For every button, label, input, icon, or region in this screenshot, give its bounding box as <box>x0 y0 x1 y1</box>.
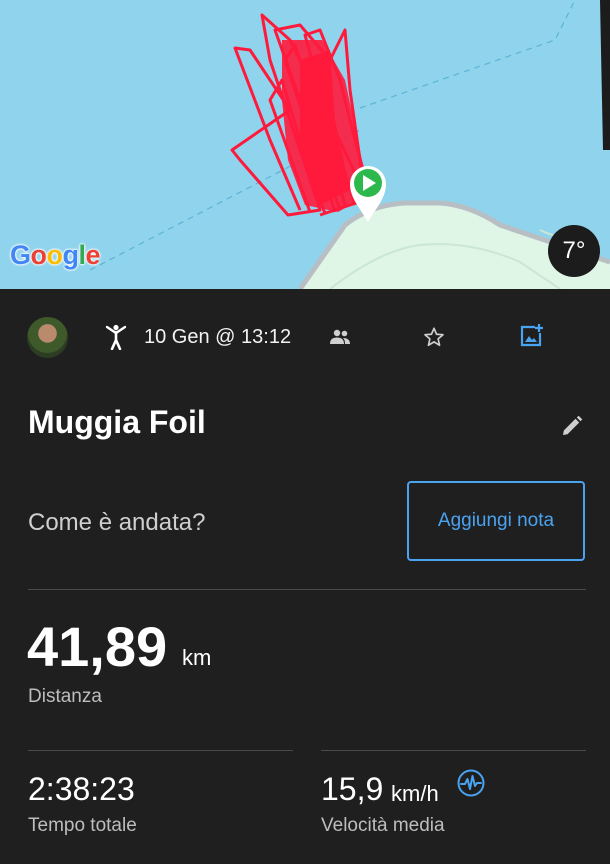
star-icon[interactable] <box>423 326 445 348</box>
distance-label: Distanza <box>28 686 102 707</box>
how-did-it-go-prompt: Come è andata? <box>28 509 206 536</box>
pencil-icon[interactable] <box>560 414 584 438</box>
avg-speed-unit: km/h <box>391 781 439 806</box>
route-map[interactable]: Google 7° <box>0 0 610 289</box>
sailing-person-icon <box>105 324 127 350</box>
add-note-button[interactable]: Aggiungi nota <box>407 481 585 561</box>
temperature-badge: 7° <box>548 225 600 277</box>
activity-date: 10 Gen @ 13:12 <box>144 326 292 348</box>
divider <box>28 589 586 590</box>
distance-unit: km <box>182 645 212 670</box>
pulse-icon[interactable] <box>457 769 485 797</box>
total-time-value: 2:38:23 <box>28 771 135 807</box>
avg-speed-value: 15,9 <box>321 771 384 807</box>
avatar[interactable] <box>27 317 68 358</box>
people-icon[interactable] <box>329 329 351 345</box>
distance-value: 41,89 <box>27 615 168 678</box>
divider <box>321 750 586 751</box>
total-time-label: Tempo totale <box>28 815 137 836</box>
add-photo-icon[interactable] <box>519 323 544 348</box>
divider <box>28 750 293 751</box>
google-logo: Google <box>10 240 101 270</box>
activity-header: 10 Gen @ 13:12 <box>0 289 610 385</box>
activity-title: Muggia Foil <box>28 404 206 440</box>
avg-speed-label: Velocità media <box>321 815 445 836</box>
